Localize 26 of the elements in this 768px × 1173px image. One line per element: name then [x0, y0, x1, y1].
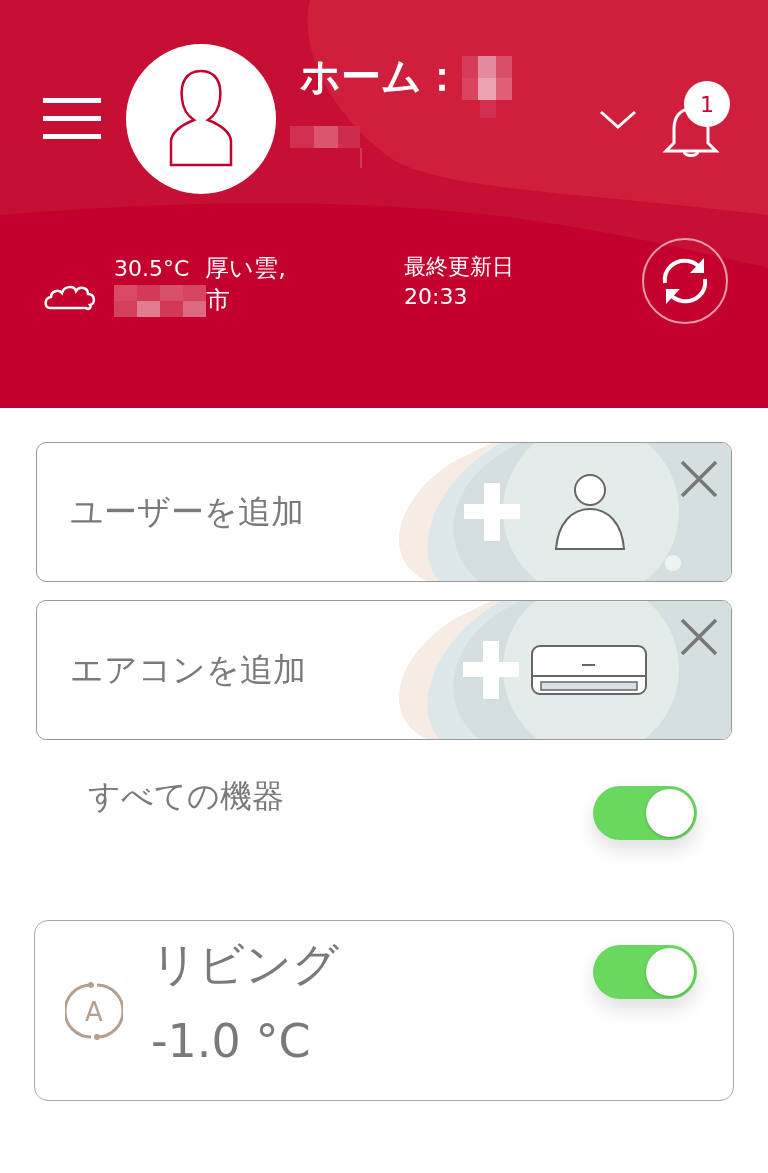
close-button[interactable] — [679, 459, 719, 499]
close-button[interactable] — [679, 617, 719, 657]
city-text: 市 — [206, 285, 230, 317]
last-updated-label: 最終更新日 — [404, 253, 514, 281]
plus-icon — [464, 483, 520, 541]
menu-button[interactable] — [42, 96, 102, 142]
add-card[interactable]: ユーザーを追加 — [36, 442, 732, 582]
refresh-button[interactable] — [642, 238, 728, 324]
toggle-switch[interactable] — [593, 786, 697, 840]
room-card[interactable]: A リビング -1.0 °C — [34, 920, 734, 1101]
air-conditioner-icon — [531, 645, 647, 695]
person-icon — [554, 473, 626, 551]
add-label: エアコンを追加 — [69, 649, 306, 692]
weather-condition: 厚い雲, — [205, 253, 286, 284]
add-card[interactable]: エアコンを追加 — [36, 600, 732, 740]
home-title: ホーム： — [300, 56, 462, 96]
room-name: リビング — [151, 937, 339, 993]
temperature-text: 30.5°C — [114, 255, 190, 283]
pixelated-block — [290, 126, 362, 168]
notifications-button[interactable]: 1 — [662, 79, 728, 159]
add-label: ユーザーを追加 — [69, 491, 304, 534]
plus-icon — [463, 641, 519, 699]
toggle-switch[interactable] — [593, 945, 697, 999]
all-devices-label: すべての機器 — [88, 780, 284, 812]
last-updated-time: 20:33 — [404, 282, 469, 311]
room-temperature: -1.0 °C — [151, 1014, 312, 1070]
